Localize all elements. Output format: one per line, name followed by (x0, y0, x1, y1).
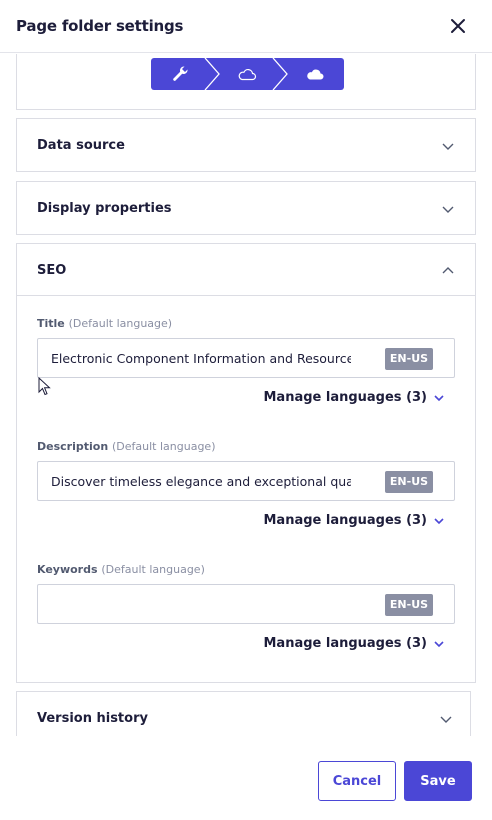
title-input[interactable]: Electronic Component Information and Res… (37, 338, 455, 378)
keywords-label-text: Keywords (37, 563, 98, 576)
language-badge: EN-US (385, 594, 433, 616)
manage-languages-link[interactable]: Manage languages (3) (263, 513, 445, 528)
description-input[interactable]: Discover timeless elegance and exception… (37, 461, 455, 501)
chevron-down-icon (440, 716, 452, 723)
wrench-icon (173, 66, 188, 81)
title-label-text: Title (37, 317, 65, 330)
description-label-text: Description (37, 440, 109, 453)
chevron-down-icon (434, 394, 444, 401)
language-badge: EN-US (385, 471, 433, 493)
section-title: Display properties (37, 201, 172, 216)
chevron-down-icon (442, 143, 454, 150)
title-field-label: Title (Default language) (37, 317, 172, 330)
manage-languages-link[interactable]: Manage languages (3) (263, 636, 445, 651)
cloud-outline-icon (238, 68, 257, 81)
display-properties-section[interactable]: Display properties (16, 181, 476, 235)
chevron-down-icon (442, 206, 454, 213)
description-field-label: Description (Default language) (37, 440, 216, 453)
close-icon (451, 19, 465, 33)
section-header[interactable]: Data source (17, 119, 475, 171)
default-language-hint: (Default language) (112, 440, 216, 453)
section-header[interactable]: Version history (17, 692, 470, 736)
manage-languages-label: Manage languages (3) (263, 390, 427, 405)
panel-header: Page folder settings (0, 0, 492, 53)
workflow-steps (151, 58, 344, 90)
chevron-down-icon (434, 640, 444, 647)
data-source-section[interactable]: Data source (16, 118, 476, 172)
cancel-button[interactable]: Cancel (318, 761, 396, 801)
panel-title: Page folder settings (16, 17, 184, 35)
close-button[interactable] (447, 15, 469, 37)
panel-footer: Cancel Save (0, 736, 492, 820)
language-badge: EN-US (385, 348, 433, 370)
chevron-up-icon (442, 267, 454, 274)
default-language-hint: (Default language) (68, 317, 173, 330)
section-title: Version history (37, 711, 148, 726)
save-button[interactable]: Save (404, 761, 472, 801)
version-history-section[interactable]: Version history (16, 691, 471, 736)
section-header[interactable]: SEO (17, 244, 475, 296)
cloud-filled-icon (306, 69, 323, 80)
manage-languages-link[interactable]: Manage languages (3) (263, 390, 445, 405)
keywords-input[interactable]: EN-US (37, 584, 455, 624)
description-input-value[interactable]: Discover timeless elegance and exception… (51, 474, 351, 489)
section-header[interactable]: Display properties (17, 182, 475, 234)
section-title: Data source (37, 138, 125, 153)
workflow-step-published[interactable] (285, 58, 344, 90)
mouse-pointer-icon (38, 377, 51, 396)
default-language-hint: (Default language) (101, 563, 205, 576)
chevron-down-icon (434, 517, 444, 524)
manage-languages-label: Manage languages (3) (263, 513, 427, 528)
seo-section: SEO Title (Default language) Electronic … (16, 243, 476, 683)
keywords-field-label: Keywords (Default language) (37, 563, 205, 576)
title-input-value[interactable]: Electronic Component Information and Res… (51, 351, 351, 366)
section-title: SEO (37, 263, 67, 278)
workflow-step-draft[interactable] (217, 58, 277, 90)
workflow-card (16, 54, 476, 110)
workflow-step-edit[interactable] (151, 58, 209, 90)
manage-languages-label: Manage languages (3) (263, 636, 427, 651)
settings-scroll-area[interactable]: Data source Display properties SEO Title… (0, 54, 492, 736)
